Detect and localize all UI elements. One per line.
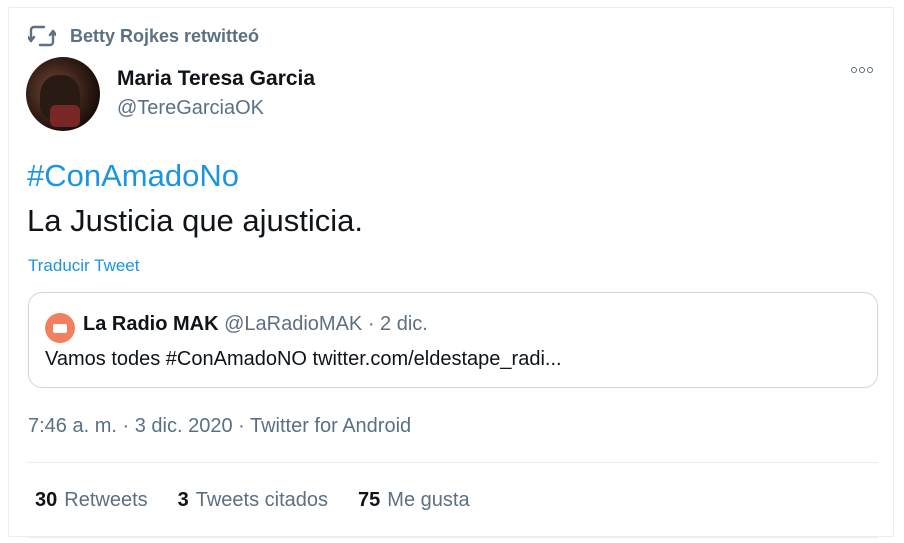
divider — [27, 537, 878, 538]
author-avatar[interactable] — [26, 57, 100, 131]
retweets-count: 30 — [35, 489, 58, 511]
likes-label: Me gusta — [387, 489, 470, 511]
quoted-tweet-text: Vamos todes #ConAmadoNO twitter.com/elde… — [45, 348, 562, 370]
quoted-tweet-header: La Radio MAK @LaRadioMAK · 2 dic. — [83, 313, 428, 336]
likes-count: 75 — [358, 489, 381, 511]
retweeted-by-label: Betty Rojkes retwitteó — [70, 25, 260, 46]
divider — [27, 462, 878, 463]
retweet-context[interactable]: Betty Rojkes retwitteó — [28, 25, 259, 47]
likes-stat[interactable]: 75 Me gusta — [358, 489, 470, 512]
quoted-author-meta: @LaRadioMAK · 2 dic. — [224, 313, 428, 335]
tweet-text: La Justicia que ajusticia. — [27, 203, 364, 238]
retweet-icon — [28, 25, 56, 47]
author-handle[interactable]: @TereGarciaOK — [117, 97, 264, 120]
tweet-stats: 30 Retweets 3 Tweets citados 75 Me gusta — [35, 489, 470, 512]
retweets-stat[interactable]: 30 Retweets — [35, 489, 148, 512]
retweets-label: Retweets — [64, 489, 148, 511]
translate-tweet-link[interactable]: Traducir Tweet — [28, 256, 140, 276]
quote-tweets-count: 3 — [177, 489, 189, 511]
quote-tweets-stat[interactable]: 3 Tweets citados — [178, 489, 328, 512]
quoted-tweet[interactable]: La Radio MAK @LaRadioMAK · 2 dic. Vamos … — [28, 292, 878, 388]
quoted-author-avatar — [45, 313, 75, 343]
hashtag-link[interactable]: #ConAmadoNo — [27, 158, 239, 194]
quote-tweets-label: Tweets citados — [195, 489, 329, 511]
more-options-icon[interactable] — [851, 67, 873, 73]
quoted-author-name: La Radio MAK — [83, 313, 219, 335]
tweet-timestamp[interactable]: 7:46 a. m. · 3 dic. 2020 · Twitter for A… — [28, 415, 411, 438]
author-name[interactable]: Maria Teresa Garcia — [117, 67, 315, 91]
